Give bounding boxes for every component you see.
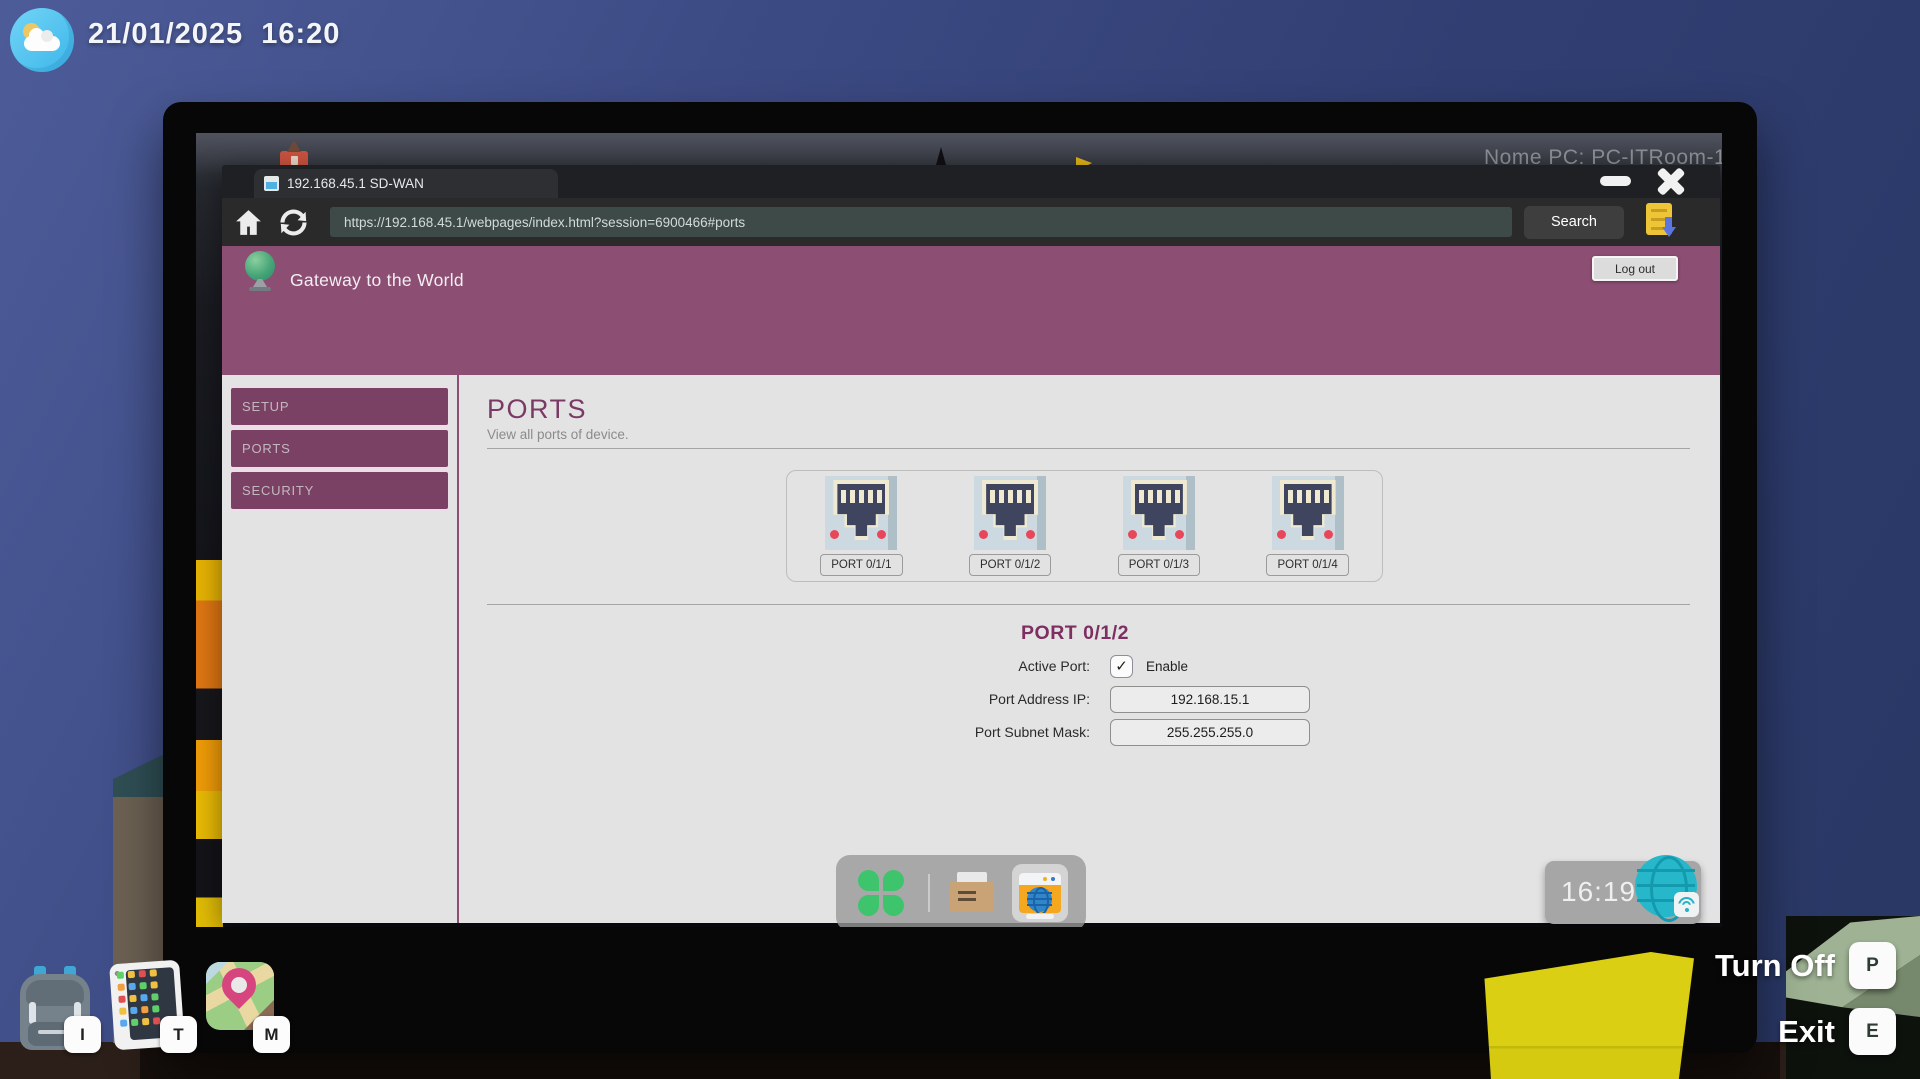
- sidebar-item-ports[interactable]: PORTS: [229, 428, 450, 469]
- port-label[interactable]: PORT 0/1/4: [1266, 554, 1348, 576]
- port-label[interactable]: PORT 0/1/3: [1118, 554, 1200, 576]
- search-button[interactable]: Search: [1524, 206, 1624, 239]
- subnet-mask-input[interactable]: [1110, 719, 1310, 746]
- map-key-badge: M: [253, 1016, 290, 1053]
- system-tray: 16:19: [1545, 861, 1701, 924]
- minimize-button[interactable]: [1600, 176, 1631, 186]
- page-title: PORTS: [487, 394, 1690, 424]
- wifi-icon: [1674, 892, 1699, 917]
- taskbar-dock: [836, 855, 1086, 927]
- ip-input[interactable]: [1110, 686, 1310, 713]
- form-row-mask: Port Subnet Mask:: [840, 718, 1310, 746]
- ip-label: Port Address IP:: [840, 691, 1090, 707]
- turn-off-action[interactable]: Turn Off P: [1715, 942, 1896, 989]
- webpage-icon: [264, 176, 279, 191]
- game-scene: Nome PC: PC-ITRoom-1 192.168.45.1 SD-WAN: [0, 0, 1920, 1079]
- sidebar-item-security[interactable]: SECURITY: [229, 470, 450, 511]
- monitor: Nome PC: PC-ITRoom-1 192.168.45.1 SD-WAN: [163, 102, 1757, 1053]
- port-label[interactable]: PORT 0/1/1: [820, 554, 902, 576]
- globe-logo-icon: [244, 251, 276, 293]
- virtual-screen: Nome PC: PC-ITRoom-1 192.168.45.1 SD-WAN: [196, 133, 1722, 927]
- ethernet-port-icon: [1123, 476, 1195, 550]
- url-input[interactable]: [330, 207, 1512, 237]
- wallpaper-spike: [936, 147, 946, 165]
- site-header: Gateway to the World Log out: [222, 246, 1720, 375]
- router-webpage: Gateway to the World Log out SETUP PORTS…: [222, 246, 1720, 923]
- form-row-active: Active Port: ✓ Enable: [840, 652, 1310, 680]
- close-button[interactable]: [1654, 165, 1688, 197]
- tablet-key-badge: T: [160, 1016, 197, 1053]
- enable-checkbox[interactable]: ✓: [1110, 655, 1133, 678]
- wallpaper-lowpoly-art: [196, 560, 223, 927]
- start-menu-icon[interactable]: [858, 870, 904, 916]
- form-row-ip: Port Address IP:: [840, 685, 1310, 713]
- site-brand: Gateway to the World: [290, 270, 464, 291]
- site-body: SETUP PORTS SECURITY PORTS View all port…: [222, 375, 1720, 923]
- browser-tab[interactable]: 192.168.45.1 SD-WAN: [254, 169, 558, 198]
- inventory-key-badge: I: [64, 1016, 101, 1053]
- home-icon[interactable]: [232, 206, 265, 239]
- weather-icon: [10, 8, 74, 72]
- refresh-icon[interactable]: [277, 206, 310, 239]
- bookmark-save-icon[interactable]: [1646, 203, 1678, 241]
- enable-label: Enable: [1146, 659, 1188, 674]
- turn-off-key-badge: P: [1849, 942, 1896, 989]
- port-detail-title: PORT 0/1/2: [840, 620, 1310, 646]
- browser-app-active[interactable]: [1012, 864, 1068, 922]
- exit-key-badge: E: [1849, 1008, 1896, 1055]
- port-card[interactable]: PORT 0/1/4: [1266, 476, 1348, 576]
- active-port-label: Active Port:: [840, 658, 1090, 674]
- ethernet-port-icon: [825, 476, 897, 550]
- port-card[interactable]: PORT 0/1/3: [1118, 476, 1200, 576]
- port-card[interactable]: PORT 0/1/1: [820, 476, 902, 576]
- browser-toolbar: Search: [222, 198, 1720, 246]
- browser-app-icon: [1019, 873, 1061, 913]
- tab-title: 192.168.45.1 SD-WAN: [287, 176, 424, 191]
- tray-clock: 16:19: [1561, 876, 1636, 908]
- port-form: Active Port: ✓ Enable Port Address IP:: [840, 652, 1310, 746]
- ethernet-port-icon: [974, 476, 1046, 550]
- network-globe-icon[interactable]: [1635, 855, 1697, 917]
- exit-action[interactable]: Exit E: [1778, 1008, 1896, 1055]
- main-content: PORTS View all ports of device. PORT 0/1…: [459, 375, 1720, 923]
- file-explorer-icon[interactable]: [950, 872, 996, 914]
- exit-label[interactable]: Exit: [1778, 1014, 1835, 1050]
- sidebar: SETUP PORTS SECURITY: [222, 375, 459, 923]
- browser-tabbar: 192.168.45.1 SD-WAN: [222, 165, 1720, 198]
- page-subtitle: View all ports of device.: [487, 426, 1690, 444]
- ports-panel: PORT 0/1/1 PORT 0/1/2 PORT 0/1/3: [786, 470, 1383, 582]
- dock-divider: [928, 874, 930, 912]
- port-detail-section: PORT 0/1/2 Active Port: ✓ Enable: [840, 620, 1310, 746]
- subnet-mask-label: Port Subnet Mask:: [840, 724, 1090, 740]
- logout-button[interactable]: Log out: [1592, 256, 1678, 281]
- port-label[interactable]: PORT 0/1/2: [969, 554, 1051, 576]
- game-datetime: 21/01/2025 16:20: [88, 18, 340, 51]
- turn-off-label[interactable]: Turn Off: [1715, 948, 1835, 984]
- ethernet-port-icon: [1272, 476, 1344, 550]
- divider: [487, 604, 1690, 605]
- divider: [487, 448, 1690, 449]
- sidebar-item-setup[interactable]: SETUP: [229, 386, 450, 427]
- port-card[interactable]: PORT 0/1/2: [969, 476, 1051, 576]
- browser-window: 192.168.45.1 SD-WAN: [222, 165, 1720, 923]
